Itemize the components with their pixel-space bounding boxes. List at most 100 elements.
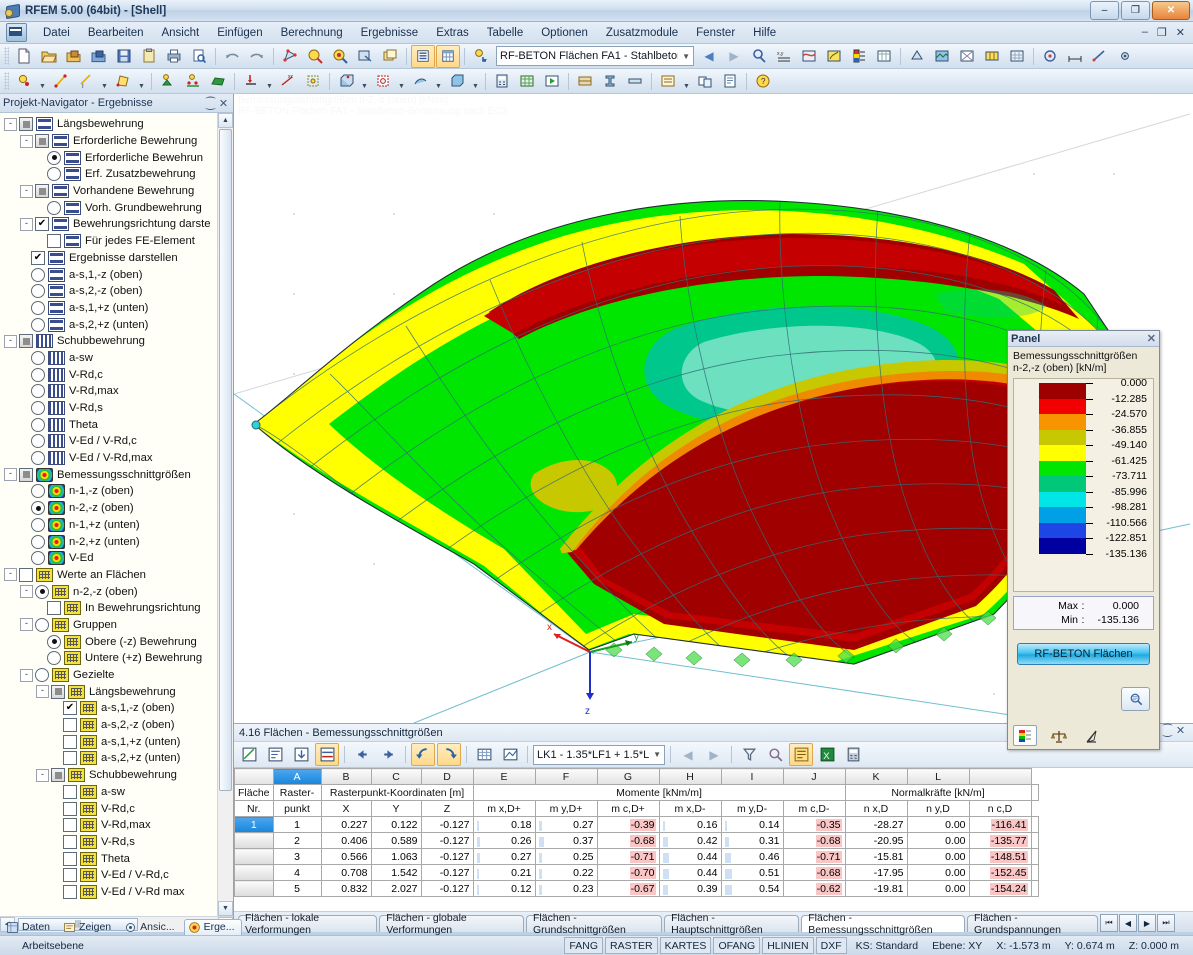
sheet-tab[interactable]: Flächen - Hauptschnittgrößen bbox=[664, 912, 800, 936]
table-row[interactable]: 2 0.406 0.589 -0.127 0.26 0.37 -0.68 0.42 0.31 -0… bbox=[234, 832, 1039, 849]
toolbar-grip[interactable] bbox=[4, 47, 9, 65]
table-cell-y[interactable]: 1.063 bbox=[370, 848, 422, 865]
tree-radio[interactable] bbox=[31, 551, 45, 566]
tree-radio[interactable] bbox=[31, 451, 45, 466]
tree-checkbox-partial[interactable] bbox=[19, 117, 33, 132]
chevron-down-icon[interactable]: ▼ bbox=[678, 52, 690, 61]
chevron-down-icon[interactable]: ▼ bbox=[433, 69, 444, 93]
show-navigator-icon[interactable] bbox=[411, 44, 435, 68]
scroll-thumb[interactable] bbox=[219, 129, 232, 791]
navigator-item[interactable]: - Längsbewehrung bbox=[0, 116, 233, 133]
table-cell-nxD[interactable]: -20.95 bbox=[844, 832, 908, 849]
maximize-button[interactable]: ❐ bbox=[1121, 1, 1150, 20]
navigator-item[interactable]: Erf. Zusatzbewehrung bbox=[0, 166, 233, 183]
table-cell-empty[interactable] bbox=[1030, 864, 1039, 881]
status-toggle[interactable]: FANG bbox=[564, 937, 604, 954]
row-header-cell[interactable] bbox=[234, 832, 274, 849]
tree-radio[interactable] bbox=[31, 517, 45, 532]
navigator-item[interactable]: V-Ed / V-Rd,c bbox=[0, 867, 233, 884]
table-cell-mxDp[interactable]: 0.27 bbox=[472, 848, 536, 865]
table-cell-y[interactable]: 1.542 bbox=[370, 864, 422, 881]
row-header-cell[interactable] bbox=[234, 880, 274, 897]
status-toggle[interactable]: KARTES bbox=[659, 937, 712, 954]
tree-checkbox[interactable] bbox=[47, 234, 61, 249]
table-cell-mcDm[interactable]: -0.68 bbox=[782, 864, 846, 881]
tree-expander[interactable]: - bbox=[36, 768, 49, 782]
calc-icon[interactable] bbox=[490, 70, 514, 93]
tree-checkbox[interactable] bbox=[47, 601, 61, 616]
navigator-item[interactable]: - Längsbewehrung bbox=[0, 683, 233, 700]
bottom-tab-zeigen[interactable]: Zeigen bbox=[59, 919, 118, 936]
table-cell-nxD[interactable]: -19.81 bbox=[844, 880, 908, 897]
column-letter-header[interactable]: K bbox=[844, 768, 908, 785]
prev-result-icon[interactable]: ◀ bbox=[697, 45, 721, 68]
navigator-item[interactable]: Vorh. Grundbewehrung bbox=[0, 199, 233, 216]
navigator-item[interactable]: V-Rd,c bbox=[0, 366, 233, 383]
nodal-support-icon[interactable] bbox=[156, 70, 180, 93]
table-cell-x[interactable]: 0.708 bbox=[320, 864, 372, 881]
sheet-prev-button[interactable]: ◀ bbox=[1119, 914, 1137, 932]
result-smooth-icon[interactable] bbox=[797, 45, 821, 68]
tree-expander[interactable]: - bbox=[4, 568, 17, 582]
tree-radio[interactable] bbox=[31, 384, 45, 399]
addon-module-icon[interactable] bbox=[469, 45, 493, 68]
table-cell-mxDp[interactable]: 0.21 bbox=[472, 864, 536, 881]
table-sync-left-icon[interactable] bbox=[411, 743, 435, 766]
table-colorscale-icon[interactable] bbox=[315, 743, 339, 766]
tree-expander[interactable]: - bbox=[20, 184, 33, 198]
tree-radio-selected[interactable] bbox=[31, 501, 45, 516]
table-cell-mcDp[interactable]: -0.71 bbox=[596, 848, 660, 865]
open-model-icon[interactable] bbox=[62, 45, 86, 68]
navigator-item[interactable]: - ✔ Bewehrungsrichtung darste bbox=[0, 216, 233, 233]
bottom-tab-ergebnisse[interactable]: Erge... bbox=[183, 918, 242, 936]
new-file-icon[interactable] bbox=[12, 45, 36, 68]
row-header-cell[interactable]: 1 bbox=[234, 816, 274, 833]
navigator-item[interactable]: - Gezielte bbox=[0, 667, 233, 684]
navigator-item[interactable]: V-Ed / V-Rd,c bbox=[0, 433, 233, 450]
table-filter-icon[interactable] bbox=[237, 743, 261, 766]
pan-icon[interactable] bbox=[353, 45, 377, 68]
tree-expander[interactable]: - bbox=[4, 334, 17, 348]
table-next-icon[interactable] bbox=[376, 743, 400, 766]
column-letter-header[interactable]: G bbox=[596, 768, 660, 785]
menu-item-berechnung[interactable]: Berechnung bbox=[272, 24, 352, 42]
open-file-icon[interactable] bbox=[37, 45, 61, 68]
sheet-tab[interactable]: Flächen - lokale Verformungen bbox=[238, 912, 378, 936]
panel-tab-factors[interactable] bbox=[1048, 727, 1070, 746]
table-results-icon[interactable] bbox=[789, 743, 813, 766]
tree-checkbox-checked[interactable]: ✔ bbox=[35, 217, 49, 232]
solid-icon[interactable] bbox=[334, 70, 358, 93]
tree-checkbox-partial[interactable] bbox=[35, 184, 49, 199]
navigator-item[interactable]: Für jedes FE-Element bbox=[0, 233, 233, 250]
snap-icon[interactable] bbox=[1038, 45, 1062, 68]
navigator-item[interactable]: n-1,+z (unten) bbox=[0, 517, 233, 534]
navigator-item[interactable]: V-Ed / V-Rd,max bbox=[0, 450, 233, 467]
table-cell-myDp[interactable]: 0.27 bbox=[534, 816, 598, 833]
column-letter-header[interactable]: B bbox=[320, 768, 372, 785]
tree-checkbox-partial[interactable] bbox=[19, 334, 33, 349]
navigator-item[interactable]: - n-2,-z (oben) bbox=[0, 583, 233, 600]
navigator-item[interactable]: Obere (-z) Bewehrung bbox=[0, 633, 233, 650]
table-cell-nxD[interactable]: -15.81 bbox=[844, 848, 908, 865]
tree-radio[interactable] bbox=[31, 267, 45, 282]
table-cell-ncD[interactable]: -152.45 bbox=[968, 864, 1032, 881]
tree-checkbox[interactable] bbox=[63, 884, 77, 899]
tree-checkbox[interactable] bbox=[63, 718, 77, 733]
navigator-item[interactable]: In Bewehrungsrichtung bbox=[0, 600, 233, 617]
row-header-cell[interactable] bbox=[234, 864, 274, 881]
table-sort-icon[interactable] bbox=[263, 743, 287, 766]
table-row[interactable]: 3 0.566 1.063 -0.127 0.27 0.25 -0.71 0.44 0.46 -0… bbox=[234, 848, 1039, 865]
help-icon[interactable]: ? bbox=[751, 70, 775, 93]
tree-checkbox-partial[interactable] bbox=[35, 134, 49, 149]
surface-support-icon[interactable] bbox=[206, 70, 230, 93]
table-grid-icon[interactable] bbox=[472, 743, 496, 766]
tree-expander[interactable]: - bbox=[20, 585, 33, 599]
table-cell-myDm[interactable]: 0.14 bbox=[720, 816, 784, 833]
crosssection-icon[interactable] bbox=[598, 70, 622, 93]
status-toggle[interactable]: HLINIEN bbox=[762, 937, 814, 954]
chevron-down-icon[interactable]: ▼ bbox=[649, 750, 661, 759]
measure-icon[interactable] bbox=[1088, 45, 1112, 68]
mdi-close-button[interactable]: ✕ bbox=[1173, 26, 1188, 39]
view-render-icon[interactable] bbox=[930, 45, 954, 68]
navigator-item[interactable]: ✔ Ergebnisse darstellen bbox=[0, 250, 233, 267]
